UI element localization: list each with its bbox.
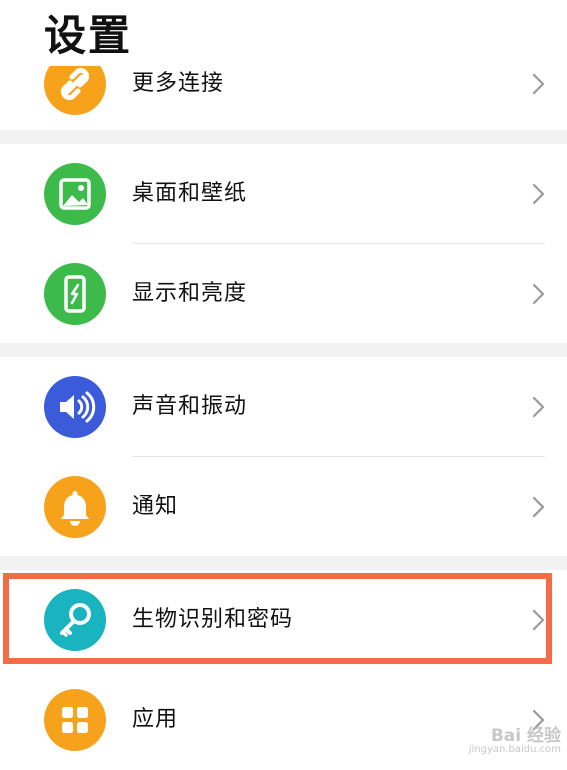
- settings-item-label: 桌面和壁纸: [132, 181, 248, 206]
- section-gap: [0, 556, 567, 570]
- settings-item-notifications[interactable]: 通知: [0, 457, 567, 557]
- chevron-right-icon: [532, 396, 545, 418]
- speaker-icon: [44, 376, 106, 438]
- image-icon: [44, 163, 106, 225]
- settings-item-home-screen-wallpaper[interactable]: 桌面和壁纸: [0, 144, 567, 244]
- chevron-right-icon: [532, 496, 545, 518]
- phone-brightness-icon: [44, 263, 106, 325]
- settings-item-label: 生物识别和密码: [132, 607, 294, 632]
- settings-item-label: 声音和振动: [132, 394, 248, 419]
- bell-icon: [44, 476, 106, 538]
- settings-item-label: 显示和亮度: [132, 281, 248, 306]
- settings-item-sound-vibration[interactable]: 声音和振动: [0, 357, 567, 457]
- section-gap: [0, 343, 567, 357]
- settings-item-display-brightness[interactable]: 显示和亮度: [0, 244, 567, 344]
- watermark-brand: Bai 经验: [490, 726, 561, 746]
- chevron-right-icon: [532, 283, 545, 305]
- settings-item-biometrics-password[interactable]: 生物识别和密码: [0, 570, 567, 670]
- settings-item-label: 通知: [132, 494, 179, 519]
- page-title: 设置: [44, 11, 133, 60]
- chevron-right-icon: [532, 609, 545, 631]
- key-icon: [44, 589, 106, 651]
- watermark: Bai 经验 jingyan.baidu.com: [468, 726, 561, 757]
- watermark-url: jingyan.baidu.com: [468, 744, 561, 755]
- chevron-right-icon: [532, 183, 545, 205]
- section-gap: [0, 130, 567, 144]
- apps-grid-icon: [44, 689, 106, 751]
- settings-item-label: 更多连接: [132, 71, 225, 96]
- settings-item-label: 应用: [132, 707, 179, 732]
- chevron-right-icon: [532, 73, 545, 95]
